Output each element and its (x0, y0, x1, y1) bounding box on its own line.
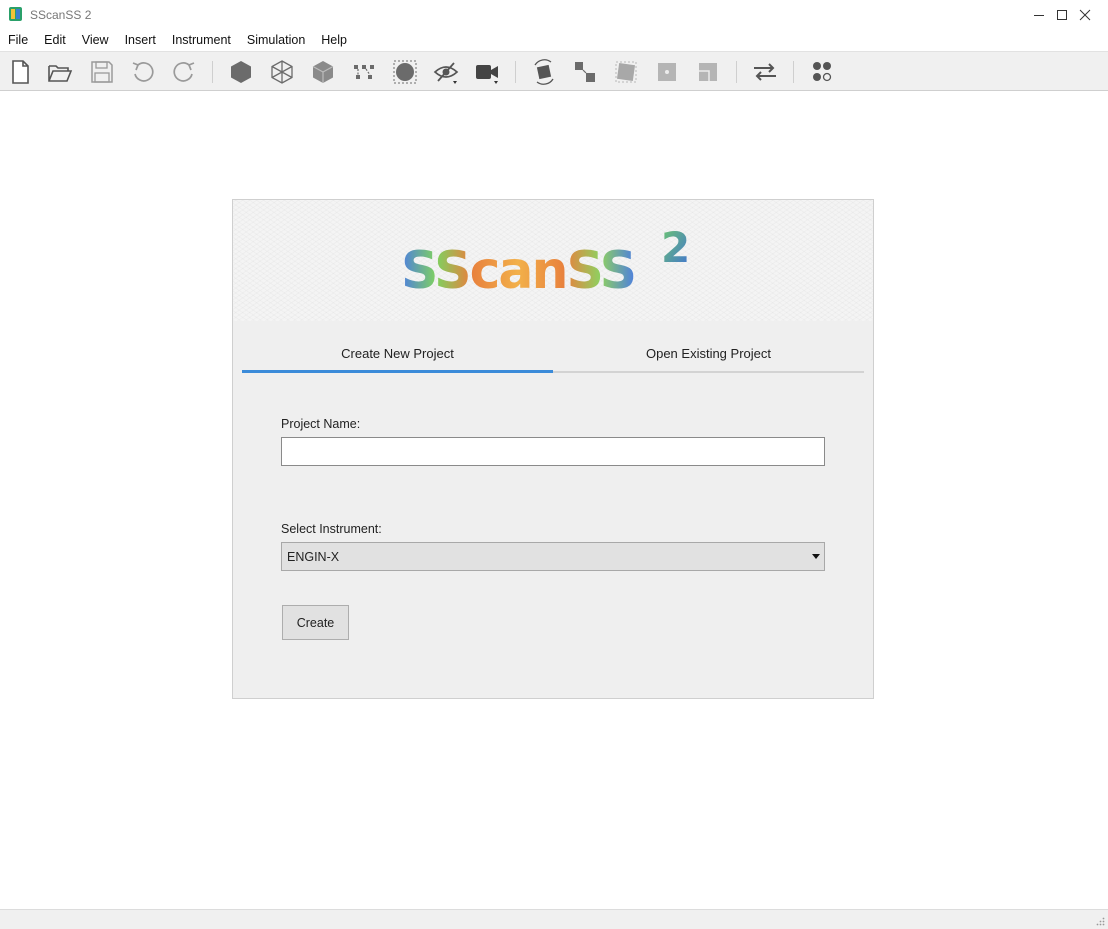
tab-underline (553, 371, 864, 373)
menu-edit[interactable]: Edit (36, 30, 74, 51)
menu-simulation[interactable]: Simulation (239, 30, 313, 51)
instrument-label: Select Instrument: (281, 522, 382, 536)
new-project-button[interactable] (5, 58, 35, 86)
title-bar: SScanSS 2 (0, 0, 1108, 30)
logo-text: SScanSS (401, 241, 635, 295)
redo-button[interactable] (169, 58, 199, 86)
wireframe-view-icon (271, 60, 293, 84)
rotate-button[interactable] (529, 58, 559, 86)
menu-instrument[interactable]: Instrument (164, 30, 239, 51)
logo-superscript: 2 (661, 223, 690, 272)
redo-icon (173, 62, 195, 82)
solid-view-button[interactable] (226, 58, 256, 86)
undo-button[interactable] (128, 58, 158, 86)
toolbar (0, 51, 1108, 91)
camera-button[interactable] (472, 58, 502, 86)
undo-icon (132, 62, 154, 82)
active-tab-indicator (242, 370, 553, 373)
hide-icon (433, 62, 459, 84)
open-folder-icon (48, 65, 73, 82)
close-button[interactable] (1062, 0, 1108, 30)
toolbar-separator (212, 61, 213, 83)
project-name-input[interactable] (281, 437, 825, 466)
transparent-view-button[interactable] (308, 58, 338, 86)
wireframe-view-button[interactable] (267, 58, 297, 86)
project-tabs: Create New Project Open Existing Project (242, 326, 864, 374)
status-bar (0, 909, 1108, 929)
sample-bounds-button[interactable] (390, 58, 420, 86)
instrument-select[interactable]: ENGIN-X (281, 542, 825, 571)
scene-icon (813, 62, 832, 82)
plane-align-button[interactable] (693, 58, 723, 86)
open-project-button[interactable] (45, 58, 75, 86)
sample-icon (393, 60, 417, 84)
solid-view-icon (231, 61, 251, 83)
chevron-down-icon (812, 554, 820, 559)
points-view-button[interactable] (349, 58, 379, 86)
transform-matrix-button[interactable] (611, 58, 641, 86)
create-button[interactable]: Create (282, 605, 349, 640)
menu-file[interactable]: File (0, 30, 36, 51)
window-title: SScanSS 2 (30, 8, 92, 22)
save-icon (91, 61, 113, 83)
main-area: SScanSS 2 Create New Project Open Existi… (0, 91, 1108, 909)
save-button[interactable] (87, 58, 117, 86)
close-icon (1079, 9, 1091, 21)
translate-button[interactable] (570, 58, 600, 86)
toggle-visibility-button[interactable] (431, 58, 461, 86)
app-icon (9, 7, 22, 21)
menu-view[interactable]: View (74, 30, 117, 51)
welcome-dialog: SScanSS 2 Create New Project Open Existi… (232, 199, 874, 699)
points-view-icon (354, 65, 374, 79)
move-origin-icon (658, 63, 676, 81)
toolbar-separator (736, 61, 737, 83)
toolbar-separator (515, 61, 516, 83)
toolbar-separator (793, 61, 794, 83)
instrument-selected-value: ENGIN-X (287, 550, 340, 564)
swap-icon (754, 63, 776, 81)
camera-icon (476, 65, 498, 84)
plane-align-icon (699, 63, 717, 81)
resize-grip-icon[interactable] (1095, 916, 1105, 926)
menu-help[interactable]: Help (313, 30, 355, 51)
scene-manager-button[interactable] (807, 58, 837, 86)
project-name-label: Project Name: (281, 417, 361, 431)
translate-icon (575, 62, 595, 82)
logo-banner: SScanSS 2 (233, 200, 873, 321)
swap-jaws-button[interactable] (750, 58, 780, 86)
menu-bar: File Edit View Insert Instrument Simulat… (0, 30, 1108, 51)
transform-icon (615, 61, 637, 83)
tab-create-new-project[interactable]: Create New Project (242, 326, 553, 374)
menu-insert[interactable]: Insert (117, 30, 164, 51)
rotate-icon (534, 59, 554, 85)
tab-open-existing-project[interactable]: Open Existing Project (553, 326, 864, 374)
move-origin-button[interactable] (652, 58, 682, 86)
sscanss-logo: SScanSS 2 (401, 223, 690, 295)
new-file-icon (12, 60, 29, 84)
transparent-view-icon (312, 61, 334, 83)
